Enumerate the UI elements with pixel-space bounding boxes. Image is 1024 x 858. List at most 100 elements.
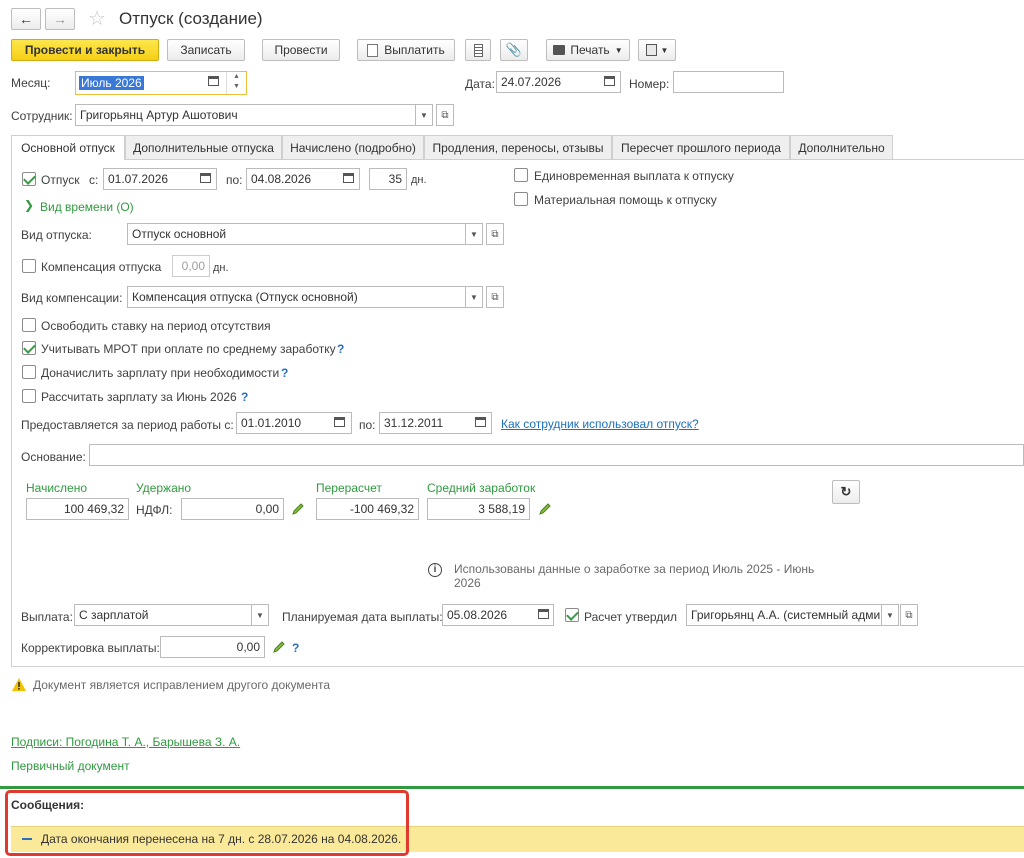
avg-earnings-value: 3 588,19 bbox=[478, 502, 525, 516]
add-salary-help-icon[interactable]: ? bbox=[281, 366, 288, 380]
approved-by-open-button[interactable]: ⧉ bbox=[900, 604, 918, 626]
avg-earnings-field[interactable]: 3 588,19 bbox=[427, 498, 530, 520]
payout-dropdown-button[interactable]: ▼ bbox=[251, 604, 269, 626]
accrued-value: 100 469,32 bbox=[63, 502, 124, 516]
window-title: Отпуск (создание) bbox=[119, 9, 263, 28]
adjust-help-icon[interactable]: ? bbox=[292, 641, 299, 655]
comp-kind-value: Компенсация отпуска (Отпуск основной) bbox=[132, 290, 358, 304]
print-button[interactable]: Печать ▼ bbox=[546, 39, 630, 61]
basis-field[interactable] bbox=[89, 444, 1024, 466]
avg-earnings-label: Средний заработок bbox=[427, 481, 536, 495]
vacation-kind-open-button[interactable]: ⧉ bbox=[486, 223, 504, 245]
post-button[interactable]: Провести bbox=[262, 39, 340, 61]
from-label: с: bbox=[89, 173, 99, 187]
pencil-icon[interactable] bbox=[272, 640, 286, 654]
calendar-icon[interactable] bbox=[343, 173, 354, 183]
primary-document-link[interactable]: Первичный документ bbox=[11, 759, 130, 773]
employee-label: Сотрудник: bbox=[11, 109, 73, 123]
comp-kind-open-button[interactable]: ⧉ bbox=[486, 286, 504, 308]
days-unit: дн. bbox=[411, 174, 427, 186]
calc-salary-help-icon[interactable]: ? bbox=[241, 390, 248, 404]
tab-recalculation[interactable]: Пересчет прошлого периода bbox=[612, 135, 790, 159]
comp-kind-dropdown-button[interactable]: ▼ bbox=[465, 286, 483, 308]
employee-open-button[interactable]: ⧉ bbox=[436, 104, 454, 126]
tab-accrued-detail[interactable]: Начислено (подробно) bbox=[282, 135, 424, 159]
info-text-line-2: 2026 bbox=[454, 576, 481, 590]
pencil-icon[interactable] bbox=[291, 502, 305, 516]
consider-mrot-checkbox[interactable] bbox=[22, 341, 36, 355]
arrow-right-icon: → bbox=[53, 11, 67, 27]
calendar-icon[interactable] bbox=[200, 173, 211, 183]
release-rate-checkbox[interactable] bbox=[22, 318, 36, 332]
calendar-icon[interactable] bbox=[475, 417, 486, 427]
adjust-field[interactable]: 0,00 bbox=[160, 636, 265, 658]
lump-sum-label: Единовременная выплата к отпуску bbox=[534, 169, 734, 183]
accrued-field[interactable]: 100 469,32 bbox=[26, 498, 129, 520]
accrued-label: Начислено bbox=[26, 481, 88, 495]
calendar-icon[interactable] bbox=[208, 76, 219, 86]
compensation-days-value: 0,00 bbox=[181, 259, 205, 273]
employee-dropdown-button[interactable]: ▼ bbox=[415, 104, 433, 126]
post-and-close-button[interactable]: Провести и закрыть bbox=[11, 39, 159, 61]
calendar-icon[interactable] bbox=[334, 417, 345, 427]
consider-mrot-help-icon[interactable]: ? bbox=[337, 342, 344, 356]
vacation-from-value: 01.07.2026 bbox=[108, 172, 169, 186]
employee-field[interactable]: Григорьянц Артур Ашотович bbox=[75, 104, 416, 126]
compensation-days-field[interactable]: 0,00 bbox=[172, 255, 210, 277]
list-report-button[interactable] bbox=[465, 39, 491, 61]
comp-kind-field[interactable]: Компенсация отпуска (Отпуск основной) bbox=[127, 286, 466, 308]
ndfl-label: НДФЛ: bbox=[136, 503, 173, 517]
approved-checkbox[interactable] bbox=[565, 608, 579, 622]
payout-field[interactable]: С зарплатой bbox=[74, 604, 252, 626]
refresh-button[interactable]: ↻ bbox=[832, 480, 860, 504]
how-used-vacation-link[interactable]: Как сотрудник использовал отпуск? bbox=[501, 417, 699, 431]
approved-by-value: Григорьянц А.А. (системный адми bbox=[691, 608, 881, 622]
save-button[interactable]: Записать bbox=[167, 39, 245, 61]
approved-label: Расчет утвердил bbox=[584, 610, 678, 624]
add-salary-checkbox[interactable] bbox=[22, 365, 36, 379]
approved-by-dropdown-button[interactable]: ▼ bbox=[881, 604, 899, 626]
approved-by-field[interactable]: Григорьянц А.А. (системный адми bbox=[686, 604, 882, 626]
forward-button[interactable]: → bbox=[45, 8, 75, 30]
vacation-checkbox[interactable] bbox=[22, 172, 36, 186]
month-spinner[interactable]: ▲ ▼ bbox=[226, 72, 246, 94]
calendar-icon[interactable] bbox=[538, 609, 549, 619]
signatures-link[interactable]: Подписи: Погодина Т. А., Барышева З. А. bbox=[11, 735, 240, 749]
tab-additional-vacations[interactable]: Дополнительные отпуска bbox=[125, 135, 282, 159]
attachment-button[interactable]: 📎 bbox=[500, 39, 528, 61]
tab-main-vacation[interactable]: Основной отпуск bbox=[11, 135, 125, 160]
calendar-icon[interactable] bbox=[604, 76, 615, 86]
warning-icon bbox=[12, 678, 26, 691]
month-field[interactable]: Июль 2026 bbox=[75, 71, 247, 95]
vacation-kind-dropdown-button[interactable]: ▼ bbox=[465, 223, 483, 245]
chevron-right-icon[interactable]: ❯ bbox=[24, 198, 34, 212]
date-field[interactable]: 24.07.2026 bbox=[496, 71, 621, 93]
planned-date-label: Планируемая дата выплаты: bbox=[282, 610, 443, 624]
star-icon[interactable]: ☆ bbox=[88, 6, 106, 31]
back-button[interactable]: ← bbox=[11, 8, 41, 30]
pencil-icon[interactable] bbox=[538, 502, 552, 516]
calc-salary-checkbox[interactable] bbox=[22, 389, 36, 403]
create-based-on-button[interactable]: ▼ bbox=[638, 39, 676, 61]
arrow-left-icon: ← bbox=[19, 11, 33, 27]
comp-kind-label: Вид компенсации: bbox=[21, 291, 123, 305]
vacation-kind-label: Вид отпуска: bbox=[21, 228, 92, 242]
number-field[interactable] bbox=[673, 71, 784, 93]
tab-extensions[interactable]: Продления, переносы, отзывы bbox=[424, 135, 612, 159]
ndfl-field[interactable]: 0,00 bbox=[181, 498, 284, 520]
pay-button[interactable]: Выплатить bbox=[357, 39, 455, 61]
days-field[interactable]: 35 bbox=[369, 168, 407, 190]
recalc-field[interactable]: -100 469,32 bbox=[316, 498, 419, 520]
calc-salary-label: Рассчитать зарплату за Июнь 2026 bbox=[41, 390, 237, 404]
work-to-value: 31.12.2011 bbox=[384, 416, 444, 430]
time-kind-link[interactable]: Вид времени (О) bbox=[40, 200, 134, 214]
material-help-checkbox[interactable] bbox=[514, 192, 528, 206]
vacation-kind-field[interactable]: Отпуск основной bbox=[127, 223, 466, 245]
tab-additional[interactable]: Дополнительно bbox=[790, 135, 893, 159]
report-icon bbox=[473, 43, 483, 57]
info-text-line-1: Использованы данные о заработке за перио… bbox=[454, 562, 815, 576]
lump-sum-checkbox[interactable] bbox=[514, 168, 528, 182]
employee-value: Григорьянц Артур Ашотович bbox=[80, 108, 238, 122]
compensation-checkbox[interactable] bbox=[22, 259, 36, 273]
consider-mrot-label: Учитывать МРОТ при оплате по среднему за… bbox=[41, 342, 336, 356]
